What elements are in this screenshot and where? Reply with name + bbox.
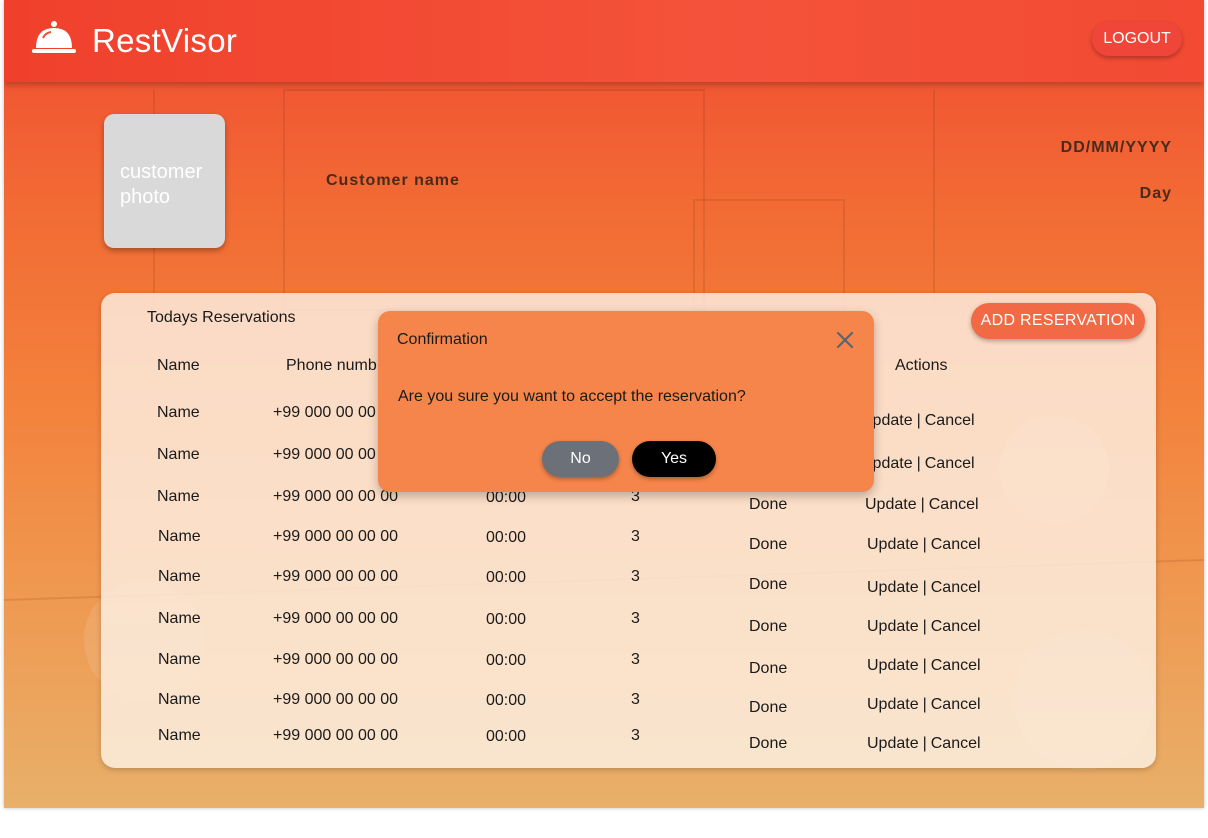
reservation-name: Name xyxy=(158,651,201,668)
reservation-name: Name xyxy=(157,446,200,463)
column-header-name: Name xyxy=(157,357,200,374)
app-window: RestVisor LOGOUT customer photo Customer… xyxy=(4,0,1204,808)
reservation-name: Name xyxy=(158,528,201,545)
add-reservation-button[interactable]: ADD RESERVATION xyxy=(971,303,1145,339)
reservation-status: Done xyxy=(749,536,788,553)
action-separator: | xyxy=(916,455,921,472)
reservation-status: Done xyxy=(749,735,788,752)
action-separator: | xyxy=(922,579,927,596)
app-brand: RestVisor xyxy=(92,22,238,59)
reservation-status: Done xyxy=(749,618,788,635)
reservation-phone: +99 000 00 00 00 xyxy=(273,651,399,668)
no-button[interactable]: No xyxy=(542,441,619,477)
yes-button[interactable]: Yes xyxy=(632,441,716,477)
update-link[interactable]: Update xyxy=(867,579,919,596)
cancel-link[interactable]: Cancel xyxy=(931,618,981,635)
reservation-actions: Update | Cancel xyxy=(867,618,981,636)
current-day: Day xyxy=(1139,185,1172,202)
cancel-link[interactable]: Cancel xyxy=(925,455,975,472)
column-header-phone: Phone numb xyxy=(286,357,377,374)
column-header-actions: Actions xyxy=(895,357,948,374)
update-link[interactable]: Update xyxy=(867,536,919,553)
update-link[interactable]: Update xyxy=(865,496,917,513)
update-link[interactable]: Update xyxy=(867,657,919,674)
reservation-guests: 3 xyxy=(631,727,640,744)
reservation-time: 00:00 xyxy=(486,569,527,586)
reservation-actions: Update | Cancel xyxy=(867,657,981,675)
reservation-guests: 3 xyxy=(631,651,640,668)
action-separator: | xyxy=(922,536,927,553)
reservation-phone: +99 000 00 00 00 xyxy=(273,488,399,505)
action-separator: | xyxy=(922,657,927,674)
reservation-name: Name xyxy=(157,404,200,421)
reservation-actions: Update | Cancel xyxy=(867,735,981,753)
reservation-actions: Update | Cancel xyxy=(861,412,975,430)
reservation-guests: 3 xyxy=(631,528,640,545)
reservation-status: Done xyxy=(749,576,788,593)
action-separator: | xyxy=(922,618,927,635)
reservation-actions: Update | Cancel xyxy=(861,455,975,473)
cancel-link[interactable]: Cancel xyxy=(931,657,981,674)
reservation-name: Name xyxy=(157,488,200,505)
action-separator: | xyxy=(916,412,921,429)
action-separator: | xyxy=(920,496,925,513)
reservation-time: 00:00 xyxy=(486,611,527,628)
cancel-link[interactable]: Cancel xyxy=(929,496,979,513)
reservation-actions: Update | Cancel xyxy=(865,496,979,514)
action-separator: | xyxy=(922,735,927,752)
reservation-phone: +99 000 00 00 xyxy=(273,404,376,421)
customer-name: Customer name xyxy=(326,172,460,189)
reservation-actions: Update | Cancel xyxy=(867,579,981,597)
reservation-phone: +99 000 00 00 00 xyxy=(273,610,399,627)
reservation-status: Done xyxy=(749,660,788,677)
reservation-time: 00:00 xyxy=(486,529,527,546)
reservation-phone: +99 000 00 00 xyxy=(273,446,376,463)
cloche-icon xyxy=(32,21,76,53)
reservation-actions: Update | Cancel xyxy=(867,536,981,554)
reservation-name: Name xyxy=(158,691,201,708)
reservation-time: 00:00 xyxy=(486,728,527,745)
cancel-link[interactable]: Cancel xyxy=(931,579,981,596)
reservations-title: Todays Reservations xyxy=(147,309,296,326)
reservation-phone: +99 000 00 00 00 xyxy=(273,568,399,585)
cancel-link[interactable]: Cancel xyxy=(925,412,975,429)
action-separator: | xyxy=(922,696,927,713)
reservation-status: Done xyxy=(749,496,788,513)
close-icon[interactable] xyxy=(834,329,856,351)
reservation-name: Name xyxy=(158,568,201,585)
reservation-name: Name xyxy=(158,610,201,627)
reservation-time: 00:00 xyxy=(486,692,527,709)
cancel-link[interactable]: Cancel xyxy=(931,536,981,553)
reservation-status: Done xyxy=(749,699,788,716)
current-date: DD/MM/YYYY xyxy=(1060,139,1172,156)
logout-button[interactable]: LOGOUT xyxy=(1092,22,1182,56)
dialog-title: Confirmation xyxy=(397,331,488,348)
cancel-link[interactable]: Cancel xyxy=(931,696,981,713)
update-link[interactable]: Update xyxy=(867,735,919,752)
reservation-guests: 3 xyxy=(631,691,640,708)
reservation-guests: 3 xyxy=(631,610,640,627)
customer-photo: customer photo xyxy=(104,114,225,248)
reservation-time: 00:00 xyxy=(486,652,527,669)
dialog-message: Are you sure you want to accept the rese… xyxy=(398,388,746,405)
reservation-name: Name xyxy=(158,727,201,744)
reservation-phone: +99 000 00 00 00 xyxy=(273,691,399,708)
top-app-bar: RestVisor LOGOUT xyxy=(4,0,1204,82)
cancel-link[interactable]: Cancel xyxy=(931,735,981,752)
reservation-actions: Update | Cancel xyxy=(867,696,981,714)
reservation-phone: +99 000 00 00 00 xyxy=(273,727,399,744)
reservation-phone: +99 000 00 00 00 xyxy=(273,528,399,545)
customer-photo-placeholder: customer photo xyxy=(120,161,203,208)
update-link[interactable]: Update xyxy=(867,696,919,713)
reservation-guests: 3 xyxy=(631,568,640,585)
confirmation-dialog: Confirmation Are you sure you want to ac… xyxy=(378,311,874,492)
update-link[interactable]: Update xyxy=(867,618,919,635)
